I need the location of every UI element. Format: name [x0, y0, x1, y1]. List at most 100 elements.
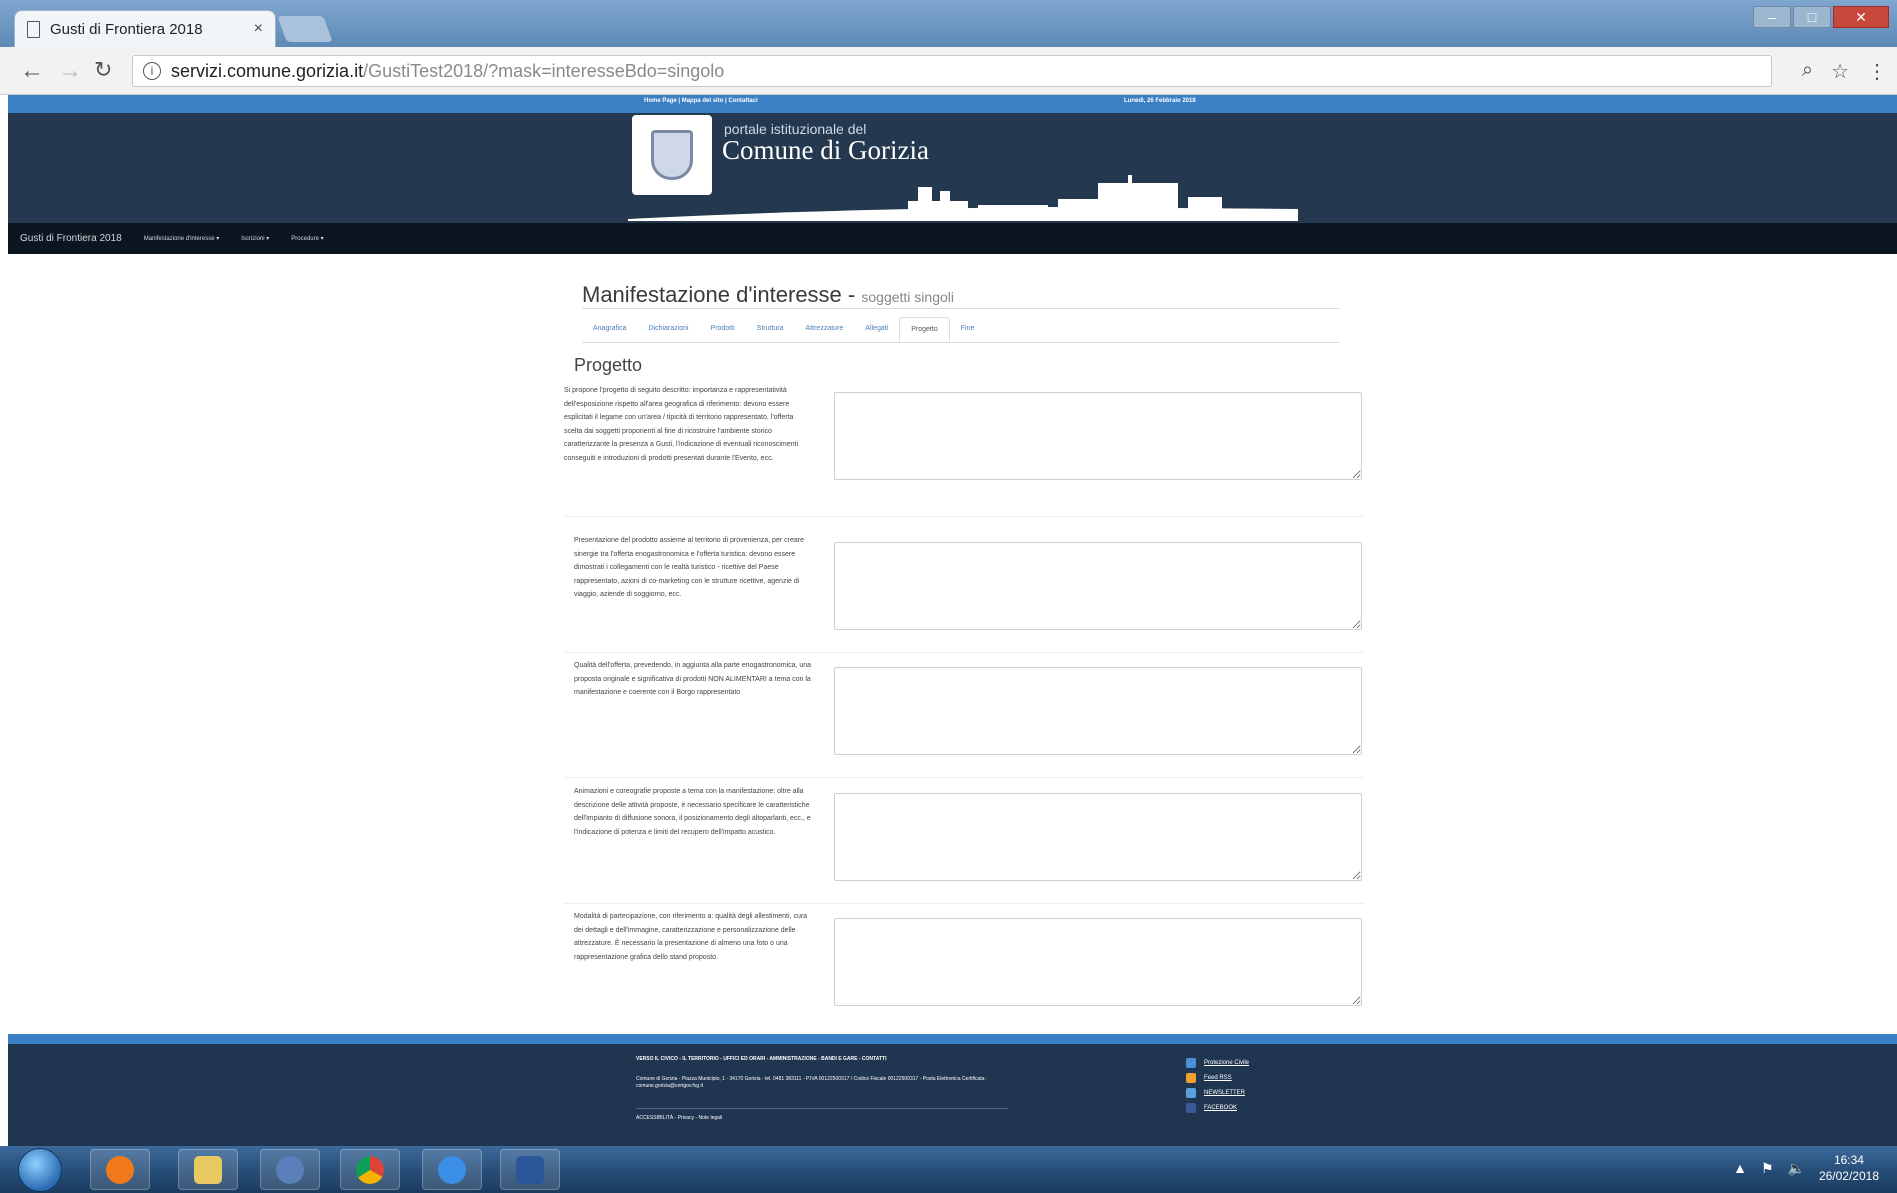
zoom-icon[interactable]: ⌕	[1802, 59, 1813, 84]
maximize-button[interactable]: □	[1793, 6, 1831, 28]
folder-icon	[194, 1155, 222, 1184]
tab-struttura[interactable]: Struttura	[746, 317, 795, 342]
tab-dichiarazioni[interactable]: Dichiarazioni	[637, 317, 699, 342]
browser-toolbar: ← → ↻ i servizi.comune.gorizia.it/GustiT…	[0, 47, 1897, 95]
question-divider	[564, 777, 1364, 778]
utility-links[interactable]: Home Page | Mappa del sito | Contattaci	[644, 98, 758, 104]
taskbar-word[interactable]	[500, 1149, 560, 1190]
menu-item-manifestazione[interactable]: Manifestazione d'interesse ▾	[144, 235, 220, 242]
question-label: Animazioni e coreografie proposte a tema…	[574, 788, 811, 836]
top-utility-bar: Home Page | Mappa del sito | Contattaci …	[8, 95, 1897, 113]
tab-allegati[interactable]: Allegati	[854, 317, 899, 342]
close-window-button[interactable]: ✕	[1833, 6, 1889, 28]
page-subtitle: soggetti singoli	[861, 289, 954, 305]
current-date: Lunedì, 26 Febbraio 2018	[1124, 98, 1196, 104]
title-divider	[582, 308, 1340, 309]
internet-explorer-icon	[438, 1155, 466, 1184]
page-icon	[27, 20, 40, 38]
rss-icon	[1186, 1073, 1196, 1083]
question-divider	[564, 516, 1364, 517]
reload-icon[interactable]: ↻	[94, 57, 112, 83]
tab-fine[interactable]: Fine	[950, 317, 986, 342]
social-label: Feed RSS	[1204, 1075, 1232, 1081]
new-tab-button[interactable]	[277, 16, 333, 42]
show-hidden-icons-icon[interactable]: ▲	[1733, 1160, 1747, 1176]
taskbar-media-player[interactable]	[90, 1149, 150, 1190]
social-label: Protezione Civile	[1204, 1060, 1250, 1066]
newsletter-icon	[1186, 1088, 1196, 1098]
forward-arrow-icon[interactable]: →	[58, 57, 82, 85]
footer-bottom-links[interactable]: ACCESSIBILITÀ - Privacy - Note legali	[636, 1108, 1008, 1121]
back-arrow-icon[interactable]: ←	[20, 57, 44, 85]
social-label: NEWSLETTER	[1204, 1090, 1246, 1096]
media-player-icon	[106, 1155, 134, 1184]
answer-textarea[interactable]	[834, 793, 1362, 881]
start-button[interactable]	[18, 1148, 62, 1192]
menubar-brand[interactable]: Gusti di Frontiera 2018	[20, 233, 122, 244]
site-name[interactable]: Comune di Gorizia	[722, 135, 929, 166]
answer-textarea[interactable]	[834, 667, 1362, 755]
section-title: Progetto	[574, 355, 643, 375]
social-rss[interactable]: Feed RSS	[1186, 1073, 1249, 1083]
social-label: FACEBOOK	[1204, 1105, 1238, 1111]
clock-time: 16:34	[1833, 1153, 1864, 1167]
window-controls: – □ ✕	[1753, 6, 1889, 28]
footer-social: Protezione Civile Feed RSS NEWSLETTER FA…	[1186, 1058, 1249, 1113]
question-divider	[564, 903, 1364, 904]
taskbar-internet-explorer[interactable]	[422, 1149, 482, 1190]
browser-tab[interactable]: Gusti di Frontiera 2018 ×	[14, 10, 276, 47]
browser-window: Gusti di Frontiera 2018 × – □ ✕ ← → ↻ i …	[0, 0, 1897, 95]
question-label: Modalità di partecipazione, con riferime…	[574, 913, 808, 961]
toolbar-right: ⌕ ☆ ⋮	[1802, 59, 1887, 84]
answer-textarea[interactable]	[834, 542, 1362, 630]
page-title-text: Manifestazione d'interesse	[582, 282, 842, 307]
taskbar-chrome[interactable]	[340, 1149, 400, 1190]
answer-textarea[interactable]	[834, 392, 1362, 480]
question-label: Si propone l'progetto di seguito descrit…	[564, 387, 799, 462]
chrome-icon	[356, 1155, 384, 1184]
menu-item-iscrizioni[interactable]: Iscrizioni ▾	[241, 235, 269, 242]
answer-textarea[interactable]	[834, 918, 1362, 1006]
social-facebook[interactable]: FACEBOOK	[1186, 1103, 1249, 1113]
word-icon	[516, 1155, 544, 1184]
url-path: /GustiTest2018/?mask=interesseBdo=singol…	[363, 60, 725, 81]
form-tabs: Anagrafica Dichiarazioni Prodotti Strutt…	[582, 317, 1340, 343]
footer-links[interactable]: VERSO IL CIVICO - IL TERRITORIO - UFFICI…	[636, 1056, 886, 1062]
taskbar-app-fp[interactable]	[260, 1149, 320, 1190]
tab-attrezzature[interactable]: Attrezzature	[795, 317, 855, 342]
page-title: Manifestazione d'interesse - soggetti si…	[582, 282, 954, 308]
site-footer: VERSO IL CIVICO - IL TERRITORIO - UFFICI…	[8, 1034, 1897, 1146]
bookmark-star-icon[interactable]: ☆	[1831, 59, 1849, 84]
tab-progetto[interactable]: Progetto	[899, 317, 950, 342]
question-divider	[564, 652, 1364, 653]
footer-address: Comune di Gorizia - Piazza Municipio, 1 …	[636, 1076, 986, 1089]
menu-item-procedure[interactable]: Procedure ▾	[291, 235, 323, 242]
clock-date: 26/02/2018	[1818, 1169, 1879, 1183]
system-clock[interactable]: 16:34 26/02/2018	[1819, 1152, 1879, 1184]
page-title-separator: -	[847, 282, 856, 307]
menu-dots-icon[interactable]: ⋮	[1867, 59, 1887, 84]
system-tray: ▲ ⚑ 🔈 16:34 26/02/2018	[1733, 1152, 1879, 1184]
tab-prodotti[interactable]: Prodotti	[700, 317, 746, 342]
info-icon[interactable]: i	[143, 62, 161, 80]
site-menubar: Gusti di Frontiera 2018 Manifestazione d…	[8, 223, 1897, 254]
volume-icon[interactable]: 🔈	[1788, 1160, 1805, 1177]
minimize-button[interactable]: –	[1753, 6, 1791, 28]
address-bar[interactable]: i servizi.comune.gorizia.it/GustiTest201…	[132, 55, 1772, 87]
os-taskbar: ▲ ⚑ 🔈 16:34 26/02/2018	[0, 1146, 1897, 1193]
tab-title: Gusti di Frontiera 2018	[50, 20, 203, 38]
fp-app-icon	[276, 1155, 304, 1184]
tab-close-icon[interactable]: ×	[254, 20, 263, 38]
facebook-icon	[1186, 1103, 1196, 1113]
browser-titlebar: Gusti di Frontiera 2018 × – □ ✕	[0, 0, 1897, 47]
taskbar-explorer[interactable]	[178, 1149, 238, 1190]
site-header: Home Page | Mappa del sito | Contattaci …	[8, 95, 1897, 223]
social-protezione-civile[interactable]: Protezione Civile	[1186, 1058, 1249, 1068]
tab-anagrafica[interactable]: Anagrafica	[582, 317, 637, 342]
protezione-civile-icon	[1186, 1058, 1196, 1068]
question-label: Presentazione del prodotto assieme al te…	[574, 537, 804, 598]
question-label: Qualità dell'offerta, prevedendo, in agg…	[574, 662, 812, 696]
action-center-flag-icon[interactable]: ⚑	[1761, 1160, 1774, 1177]
social-newsletter[interactable]: NEWSLETTER	[1186, 1088, 1249, 1098]
url-host: servizi.comune.gorizia.it	[171, 60, 364, 81]
